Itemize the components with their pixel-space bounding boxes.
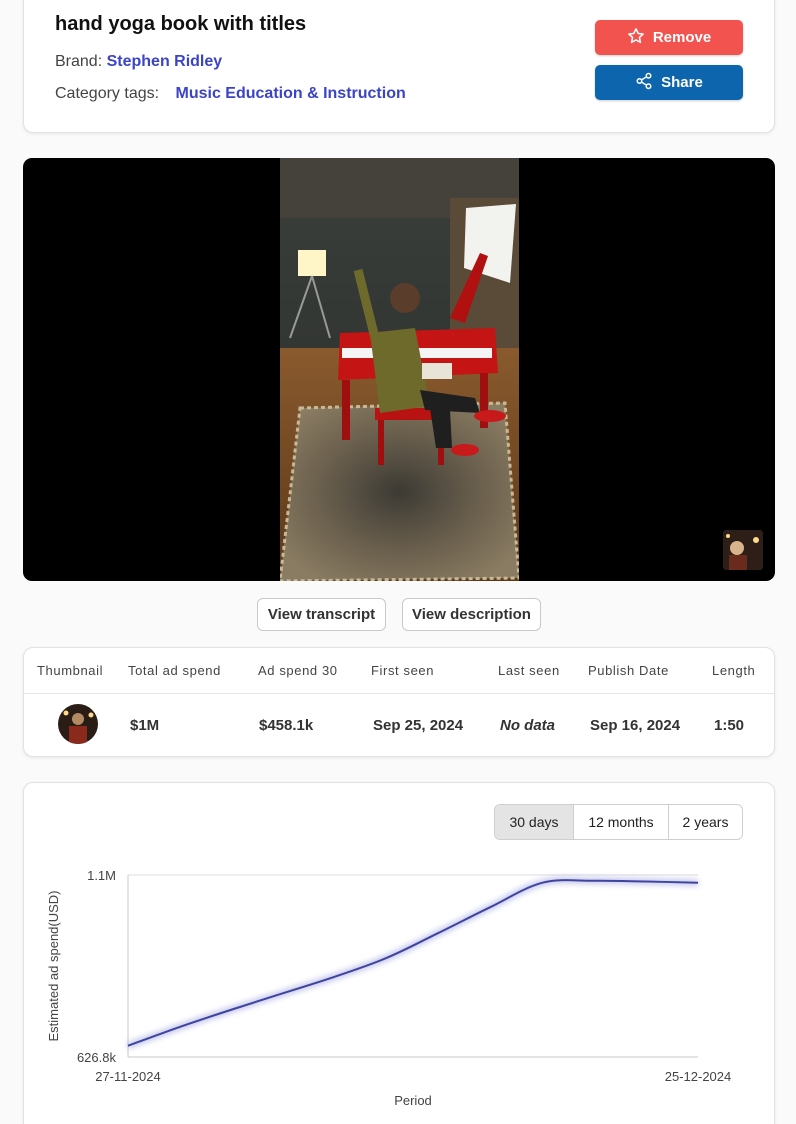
share-icon: [635, 72, 653, 94]
chart-ticks: 1.1M 626.8k 27-11-2024 25-12-2024: [77, 868, 731, 1084]
video-mini-thumbnail[interactable]: [723, 530, 763, 570]
view-description-button[interactable]: View description: [402, 598, 541, 631]
row-thumbnail[interactable]: [58, 704, 98, 744]
category-tag-link[interactable]: Music Education & Instruction: [176, 85, 406, 102]
share-button[interactable]: Share: [595, 65, 743, 100]
series-line-ad-spend: [127, 879, 699, 1047]
ad-stats-table: Thumbnail Total ad spend Ad spend 30 Fir…: [23, 647, 775, 757]
cell-ad-spend-30: $458.1k: [259, 717, 314, 734]
ad-spend-line-chart: 1.1M 626.8k 27-11-2024 25-12-2024 Period Es…: [46, 868, 731, 1108]
share-label: Share: [661, 74, 703, 91]
brand-link[interactable]: Stephen Ridley: [107, 53, 223, 70]
ad-title: hand yoga book with titles: [55, 13, 307, 35]
view-transcript-button[interactable]: View transcript: [257, 598, 386, 631]
video-player[interactable]: [23, 158, 775, 581]
header-ad-spend-30: Ad spend 30: [258, 663, 338, 678]
y-axis-label: Estimated ad spend(USD): [46, 890, 61, 1041]
ad-header-card: hand yoga book with titles Brand: Stephe…: [23, 0, 775, 133]
header-thumbnail: Thumbnail: [37, 663, 104, 678]
header-length: Length: [712, 663, 756, 678]
header-first-seen: First seen: [371, 663, 435, 678]
cell-total-ad-spend: $1M: [130, 717, 160, 734]
x-tick-start: 27-11-2024: [95, 1069, 161, 1084]
series-line-glow: [126, 877, 699, 1049]
chart-series: [126, 877, 699, 1049]
x-axis-label: Period: [394, 1093, 432, 1108]
ad-spend-chart-card: 30 days 12 months 2 years 1.1M 626.8k 27-1…: [23, 782, 775, 1124]
header-last-seen: Last seen: [498, 663, 560, 678]
header-total-ad-spend: Total ad spend: [128, 663, 221, 678]
video-frame[interactable]: [280, 158, 519, 581]
category-label: Category tags:: [55, 85, 160, 102]
x-tick-end: 25-12-2024: [665, 1069, 732, 1084]
star-icon: [627, 27, 645, 49]
remove-button[interactable]: Remove: [595, 20, 743, 55]
header-publish-date: Publish Date: [588, 663, 669, 678]
cell-publish-date: Sep 16, 2024: [590, 717, 681, 734]
category-row: Category tags: Music Education & Instruc…: [55, 85, 406, 103]
brand-row: Brand: Stephen Ridley: [55, 53, 222, 71]
brand-label: Brand:: [55, 53, 103, 70]
video-still-image: [280, 158, 519, 581]
chart-grid: [127, 874, 698, 1058]
table-divider: [24, 693, 774, 694]
cell-length: 1:50: [714, 717, 745, 734]
y-tick-max: 1.1M: [87, 868, 116, 883]
remove-label: Remove: [652, 29, 712, 46]
cell-last-seen: No data: [500, 717, 556, 734]
y-tick-min: 626.8k: [77, 1050, 117, 1065]
cell-first-seen: Sep 25, 2024: [373, 717, 464, 734]
